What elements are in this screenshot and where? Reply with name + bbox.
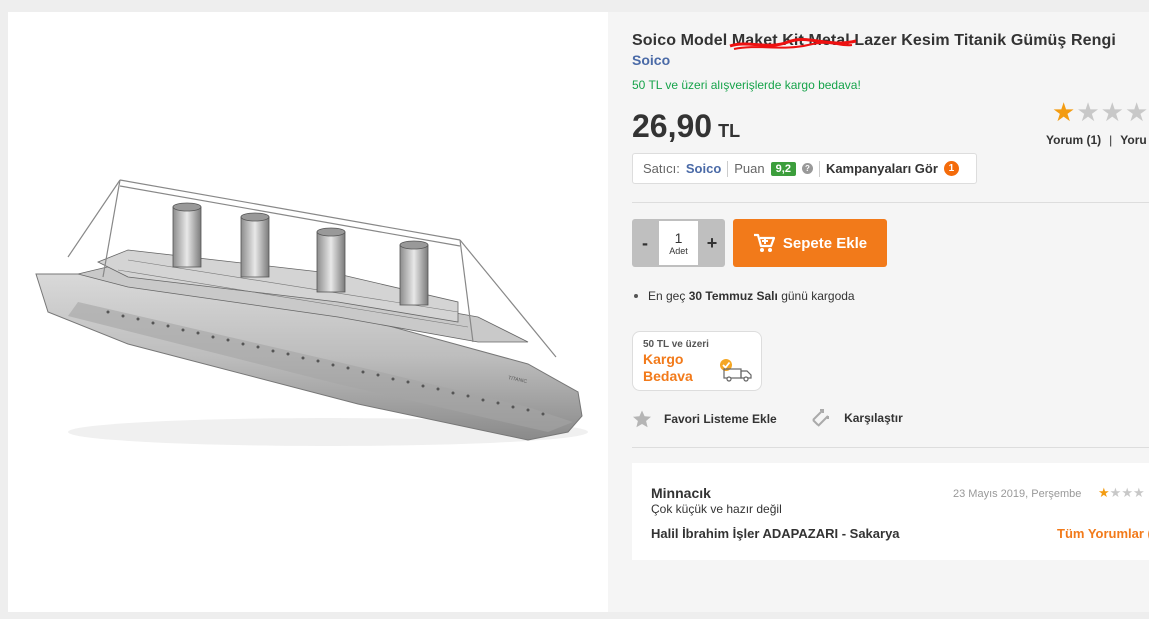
star-icon: ★ — [1076, 97, 1101, 127]
divider — [632, 447, 1149, 448]
add-to-favorites-button[interactable]: Favori Listeme Ekle — [632, 410, 777, 428]
star-icon: ★ — [1124, 97, 1149, 127]
add-to-cart-label: Sepete Ekle — [782, 234, 868, 252]
decrease-quantity-button[interactable]: - — [632, 219, 658, 267]
compare-label: Karşılaştır — [844, 411, 903, 425]
free-shipping-threshold: 50 TL ve üzeri — [643, 339, 709, 350]
free-shipping-title: Kargo Bedava — [643, 351, 693, 385]
rating-stars: ★★★★ — [1052, 97, 1149, 128]
campaign-count-badge: 1 — [943, 161, 959, 176]
price: 26,90 TL — [632, 108, 740, 145]
review-count-link[interactable]: Yorum (1) — [1046, 133, 1101, 147]
score-label: Puan — [734, 161, 765, 176]
free-shipping-badge: 50 TL ve üzeri Kargo Bedava — [632, 331, 762, 391]
product-image-panel[interactable]: TITANIC — [8, 12, 608, 612]
seller-label: Satıcı: — [643, 161, 680, 176]
delivery-suffix: günü kargoda — [781, 289, 855, 303]
compare-icon — [812, 409, 830, 427]
review-text: Çok küçük ve hazır değil — [651, 502, 782, 516]
quantity-value: 1 — [674, 230, 683, 246]
star-icon: ★ — [1052, 97, 1077, 127]
compare-button[interactable]: Karşılaştır — [810, 408, 903, 428]
brand-link[interactable]: Soico — [632, 52, 670, 68]
questions-link[interactable]: Yoru — [1120, 133, 1146, 147]
help-icon[interactable]: ? — [801, 163, 813, 174]
review-card: Minnacık Çok küçük ve hazır değil 23 May… — [632, 463, 1149, 560]
star-icon: ★ — [1109, 485, 1122, 500]
star-outline-icon — [633, 410, 651, 428]
cart-icon — [753, 233, 775, 252]
product-actions: Favori Listeme Ekle Karşılaştır — [632, 408, 933, 431]
increase-quantity-button[interactable]: + — [699, 219, 725, 267]
divider — [818, 160, 820, 177]
shipping-promo-text: 50 TL ve üzeri alışverişlerde kargo beda… — [632, 78, 861, 92]
review-stars: ★★★★ — [1098, 485, 1145, 501]
seller-info: Satıcı: Soico Puan 9,2 ? Kampanyaları Gö… — [632, 153, 977, 184]
divider — [727, 160, 729, 177]
price-value: 26,90 — [632, 108, 713, 144]
star-icon: ★ — [1100, 97, 1125, 127]
star-icon: ★ — [1132, 485, 1145, 500]
product-details: Soico Model Maket Kit Metal Lazer Kesim … — [608, 12, 1149, 612]
truck-icon — [720, 359, 752, 382]
star-icon: ★ — [1098, 485, 1110, 500]
divider — [632, 202, 1149, 203]
review-date: 23 Mayıs 2019, Perşembe — [953, 488, 1082, 500]
delivery-prefix: En geç — [648, 289, 686, 303]
review-author: Halil İbrahim İşler ADAPAZARI - Sakarya — [651, 526, 900, 541]
reviewer-name: Minnacık — [651, 485, 711, 501]
delivery-date: 30 Temmuz Salı — [688, 289, 778, 303]
free-shipping-line1: Kargo — [643, 351, 684, 367]
free-shipping-line2: Bedava — [643, 368, 693, 384]
bullet — [634, 293, 638, 298]
star-icon: ★ — [1121, 485, 1133, 500]
review-links: Yorum (1) | Yoru — [1046, 133, 1147, 147]
quantity-unit: Adet — [669, 246, 688, 256]
delivery-estimate: En geç 30 Temmuz Salı günü kargoda — [632, 289, 855, 303]
separator: | — [1109, 133, 1113, 147]
all-reviews-link[interactable]: Tüm Yorumlar ( — [1057, 526, 1149, 541]
add-to-cart-button[interactable]: Sepete Ekle — [733, 219, 887, 267]
favorite-label: Favori Listeme Ekle — [664, 412, 777, 426]
product-title: Soico Model Maket Kit Metal Lazer Kesim … — [632, 32, 1116, 49]
product-image[interactable]: TITANIC — [8, 12, 608, 612]
price-currency: TL — [718, 121, 741, 141]
quantity-stepper: - 1 Adet + — [632, 219, 725, 267]
campaigns-link[interactable]: Kampanyaları Gör — [826, 161, 938, 176]
seller-link[interactable]: Soico — [686, 161, 721, 176]
quantity-input[interactable]: 1 Adet — [659, 221, 698, 265]
seller-score-badge: 9,2 — [770, 161, 796, 176]
